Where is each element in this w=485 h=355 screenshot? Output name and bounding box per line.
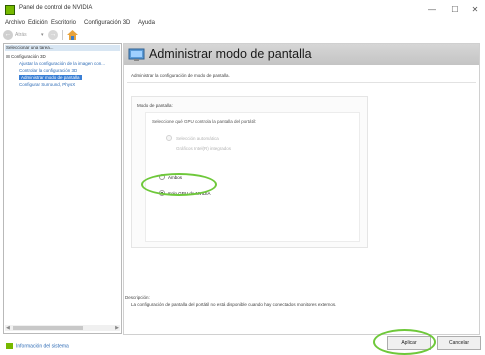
page-title: Administrar modo de pantalla (149, 47, 312, 61)
radio-auto-select[interactable] (166, 135, 172, 141)
page-subtitle: Administrar la configuración de modo de … (131, 73, 230, 78)
tree-item-ajustar-imagen[interactable]: Ajustar la configuración de la imagen co… (19, 61, 105, 66)
radio-nvidia-only-label: Solo GPU de NVIDIA (168, 191, 211, 196)
radio-nvidia-only[interactable] (159, 190, 165, 196)
cancel-button[interactable]: Cancelar (437, 336, 481, 350)
content-header: Administrar modo de pantalla (124, 44, 479, 65)
task-tree-panel: Seleccionar una tarea... ⊟ Configuración… (3, 43, 122, 334)
tree-item-surround-physx[interactable]: Configurar Surround, PhysX (19, 82, 75, 87)
back-arrow-icon[interactable]: ← (3, 30, 13, 40)
scroll-right-icon[interactable]: ▶ (115, 325, 119, 331)
display-icon (128, 48, 145, 61)
gpu-selection-box: Seleccione qué GPU controla la pantalla … (145, 112, 360, 242)
close-button[interactable]: ✕ (467, 3, 483, 17)
nvidia-logo-icon (5, 5, 15, 15)
menu-escritorio[interactable]: Escritorio (51, 20, 76, 26)
back-label[interactable]: Atrás (15, 32, 27, 38)
toolbar-divider (62, 30, 63, 40)
chevron-down-icon[interactable]: ▾ (41, 32, 44, 38)
forward-arrow-icon[interactable]: → (48, 30, 58, 40)
maximize-button[interactable]: ☐ (447, 3, 463, 17)
radio-both-label: Ambos (168, 175, 183, 180)
title-bar: Panel de control de NVIDIA — ☐ ✕ (0, 0, 485, 20)
system-info-label: Información del sistema (16, 343, 69, 350)
description-text: La configuración de pantalla del portáti… (131, 302, 337, 307)
group-label: Modo de pantalla: (137, 103, 173, 108)
tree-item-modo-pantalla[interactable]: Administrar modo de pantalla (19, 75, 82, 80)
task-header: Seleccionar una tarea... (5, 45, 120, 51)
tree-root-configuracion-3d[interactable]: ⊟ Configuración 3D (6, 54, 46, 60)
menu-configuracion-3d[interactable]: Configuración 3D (84, 20, 130, 26)
menu-edicion[interactable]: Edición (28, 20, 48, 26)
scroll-left-icon[interactable]: ◀ (6, 325, 10, 331)
radio-both[interactable] (159, 174, 165, 180)
radio-auto-select-label: Selección automática (176, 136, 219, 141)
home-icon[interactable] (67, 30, 78, 40)
display-mode-group: Modo de pantalla: Seleccione qué GPU con… (131, 96, 368, 248)
system-info-icon (6, 343, 13, 349)
gpu-question: Seleccione qué GPU controla la pantalla … (152, 119, 257, 124)
window-title: Panel de control de NVIDIA (19, 5, 93, 11)
integrated-gpu-text: Gráficos Intel(R) integrados (176, 146, 232, 151)
menu-bar: Archivo Edición Escritorio Configuración… (0, 19, 485, 29)
menu-ayuda[interactable]: Ayuda (138, 20, 155, 26)
content-divider (127, 82, 476, 83)
system-info-link[interactable]: Información del sistema (6, 343, 69, 349)
horizontal-scrollbar[interactable]: ◀ ▶ (5, 325, 120, 331)
tree-item-controlar-3d[interactable]: Controlar la configuración 3D (19, 68, 77, 73)
menu-archivo[interactable]: Archivo (5, 20, 25, 26)
apply-button[interactable]: Aplicar (387, 336, 431, 350)
scrollbar-thumb[interactable] (13, 326, 83, 330)
description-label: Descripción: (125, 295, 150, 300)
content-panel: Administrar modo de pantalla Administrar… (123, 43, 480, 335)
minimize-button[interactable]: — (424, 3, 440, 17)
toolbar: ← Atrás ▾ → (0, 29, 485, 42)
tree-root-label: Configuración 3D (11, 54, 46, 59)
